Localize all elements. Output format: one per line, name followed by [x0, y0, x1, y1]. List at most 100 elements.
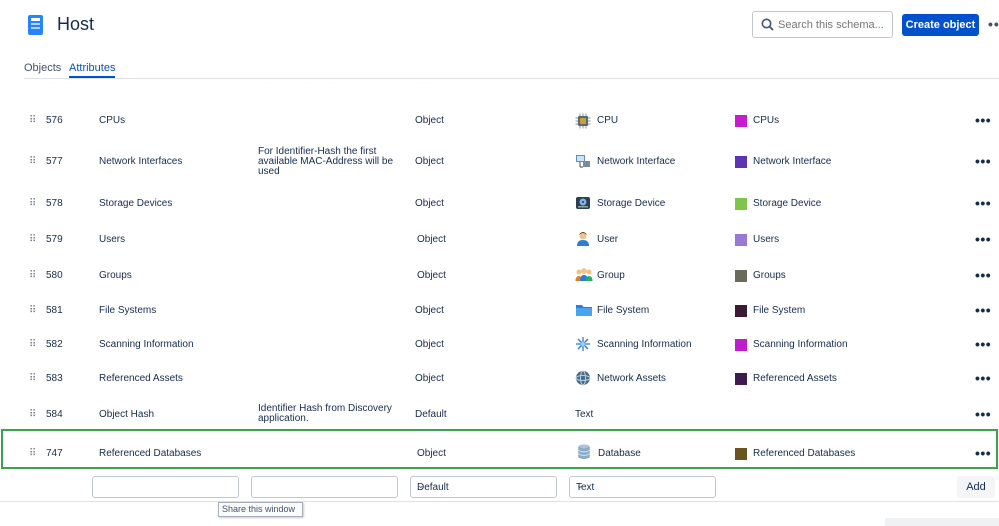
- attribute-type: Object: [415, 115, 444, 126]
- attribute-id: 576: [46, 115, 63, 126]
- row-more-button[interactable]: •••: [975, 406, 991, 422]
- attribute-description: For Identifier-Hash the first available …: [258, 146, 394, 177]
- attribute-type: Object: [417, 234, 446, 245]
- reference-name: Referenced Assets: [753, 373, 837, 384]
- object-type-name: Group: [597, 270, 625, 281]
- storage-device-icon: [576, 197, 590, 209]
- attribute-type-select[interactable]: Default ⌄: [410, 476, 557, 498]
- reference-color-swatch: [735, 373, 747, 385]
- drag-handle-icon[interactable]: ⠿: [29, 115, 36, 126]
- reference-name: CPUs: [753, 115, 780, 126]
- object-type-name: CPU: [597, 115, 619, 126]
- drag-handle-icon[interactable]: ⠿: [29, 234, 36, 245]
- attribute-description: Identifier Hash from Discovery applicati…: [258, 403, 392, 424]
- reference-name: File System: [753, 305, 806, 316]
- header-more-button[interactable]: •••: [988, 16, 999, 32]
- reference-name: Scanning Information: [753, 339, 848, 350]
- reference-color-swatch: [735, 339, 747, 351]
- attribute-name: Referenced Databases: [99, 448, 202, 459]
- partial-description: ▪▪▪▪▪▪▪▪ ▪▪▪▪▪▪▪ ▪▪ ▪▪▪: [258, 82, 337, 87]
- scan-icon: [576, 337, 590, 351]
- row-more-button[interactable]: •••: [975, 231, 991, 247]
- attribute-value-type-select[interactable]: Text ⌄: [569, 476, 716, 498]
- search-icon: [761, 18, 774, 31]
- attribute-id: 583: [46, 373, 63, 384]
- object-type-name: File System: [597, 305, 650, 316]
- object-type-name: Network Assets: [597, 373, 666, 384]
- attribute-id: 747: [46, 448, 63, 459]
- reference-color-swatch: [735, 156, 747, 168]
- attribute-name: Referenced Assets: [99, 373, 183, 384]
- attribute-name: File Systems: [99, 305, 157, 316]
- tab-objects[interactable]: Objects: [24, 62, 61, 74]
- row-more-button[interactable]: •••: [975, 112, 991, 128]
- attribute-id: 577: [46, 156, 63, 167]
- attribute-id: 582: [46, 339, 63, 350]
- reference-color-swatch: [735, 448, 747, 460]
- network-assets-icon: [575, 370, 591, 386]
- reference-color-swatch: [735, 305, 747, 317]
- reference-name: Groups: [753, 270, 786, 281]
- object-type-name: Text: [575, 409, 594, 420]
- attribute-id: 579: [46, 234, 63, 245]
- row-more-button[interactable]: •••: [975, 370, 991, 386]
- row-more-button[interactable]: •••: [975, 445, 991, 461]
- drag-handle-icon[interactable]: ⠿: [29, 373, 36, 384]
- search-box[interactable]: [752, 11, 893, 38]
- page-title: Host: [57, 14, 95, 34]
- attribute-type: Object: [415, 373, 444, 384]
- create-object-button[interactable]: Create object: [902, 14, 979, 36]
- partial-type: ▪▪▪▪▪: [415, 82, 433, 87]
- share-window-tooltip: Share this window: [218, 502, 303, 517]
- drag-handle-icon[interactable]: ⠿: [29, 198, 36, 209]
- drag-handle-icon[interactable]: ⠿: [29, 156, 36, 167]
- reference-color-swatch: [735, 198, 747, 210]
- reference-color-swatch: [735, 234, 747, 246]
- reference-color-swatch: [735, 115, 747, 127]
- row-more-button[interactable]: •••: [975, 267, 991, 283]
- row-more-button[interactable]: •••: [975, 195, 991, 211]
- object-type-name: User: [597, 234, 619, 245]
- attribute-type: Object: [415, 339, 444, 350]
- row-more-button[interactable]: •••: [975, 153, 991, 169]
- chip-icon: [575, 113, 591, 129]
- reference-name: Users: [753, 234, 780, 245]
- add-attribute-row: Default ⌄ Text ⌄ Add: [0, 474, 999, 502]
- attribute-name: Scanning Information: [99, 339, 194, 350]
- attribute-name: Storage Devices: [99, 198, 173, 209]
- attribute-name: Object Hash: [99, 409, 155, 420]
- folder-icon: [576, 305, 592, 316]
- object-type-name: Storage Device: [597, 198, 666, 209]
- row-more-button[interactable]: •••: [975, 302, 991, 318]
- user-icon: [577, 232, 589, 246]
- attribute-name: Network Interfaces: [99, 156, 183, 167]
- attribute-id: 580: [46, 270, 63, 281]
- drag-handle-icon[interactable]: ⠿: [29, 270, 36, 281]
- network-interface-icon: [576, 155, 590, 168]
- drag-handle-icon[interactable]: ⠿: [29, 339, 36, 350]
- reference-name: Network Interface: [753, 156, 832, 167]
- attribute-id: 578: [46, 198, 63, 209]
- new-attribute-name-input[interactable]: [92, 476, 239, 498]
- tab-attributes[interactable]: Attributes: [69, 62, 116, 78]
- attribute-type: Object: [415, 305, 444, 316]
- header: Host Create object •••: [0, 0, 999, 56]
- bottom-right-panel: [885, 518, 999, 526]
- partial-object-type: ▪▪▪▪▪: [575, 82, 593, 87]
- reference-color-swatch: [735, 270, 747, 282]
- reference-name: Referenced Databases: [753, 448, 856, 459]
- attribute-name: CPUs: [99, 115, 126, 126]
- attribute-type: Default: [415, 409, 447, 420]
- row-more-button[interactable]: •••: [975, 336, 991, 352]
- search-input[interactable]: [778, 16, 888, 34]
- add-attribute-button[interactable]: Add: [957, 476, 995, 498]
- tab-bar: Objects Attributes: [24, 60, 999, 79]
- chevron-down-icon: ⌄: [417, 480, 425, 490]
- attribute-id: 581: [46, 305, 63, 316]
- chevron-down-icon: ⌄: [576, 480, 584, 490]
- drag-handle-icon[interactable]: ⠿: [29, 305, 36, 316]
- new-attribute-description-input[interactable]: [251, 476, 398, 498]
- drag-handle-icon[interactable]: ⠿: [29, 448, 36, 459]
- partial-id: ▪▪▪ ▪▪▪▪▪: [46, 82, 77, 87]
- drag-handle-icon[interactable]: ⠿: [29, 409, 36, 420]
